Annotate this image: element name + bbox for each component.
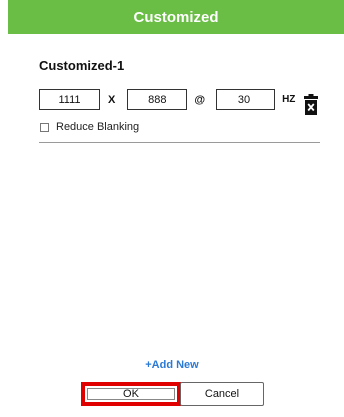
add-new-link[interactable]: +Add New	[0, 359, 344, 371]
ok-button-label: OK	[123, 388, 139, 400]
cancel-button-label: Cancel	[204, 388, 240, 400]
entry-title: Customized-1	[39, 58, 125, 73]
x-separator: X	[108, 93, 116, 106]
reduce-blanking-checkbox[interactable]	[40, 122, 49, 132]
trash-icon	[304, 94, 318, 115]
dialog-title: Customized	[133, 8, 219, 26]
ok-button[interactable]: OK	[81, 382, 181, 406]
hz-unit-label: HZ	[282, 94, 296, 105]
cancel-button[interactable]: Cancel	[180, 382, 264, 406]
resolution-row: X @ HZ	[39, 89, 295, 110]
reduce-blanking-option[interactable]: Reduce Blanking	[40, 121, 139, 133]
reduce-blanking-label: Reduce Blanking	[56, 121, 140, 133]
width-input[interactable]	[39, 89, 100, 110]
at-separator: @	[194, 93, 206, 106]
delete-entry-button[interactable]	[304, 94, 318, 116]
divider	[39, 142, 320, 143]
refresh-rate-input[interactable]	[216, 89, 276, 110]
dialog-header: Customized	[8, 0, 344, 34]
height-input[interactable]	[127, 89, 188, 110]
